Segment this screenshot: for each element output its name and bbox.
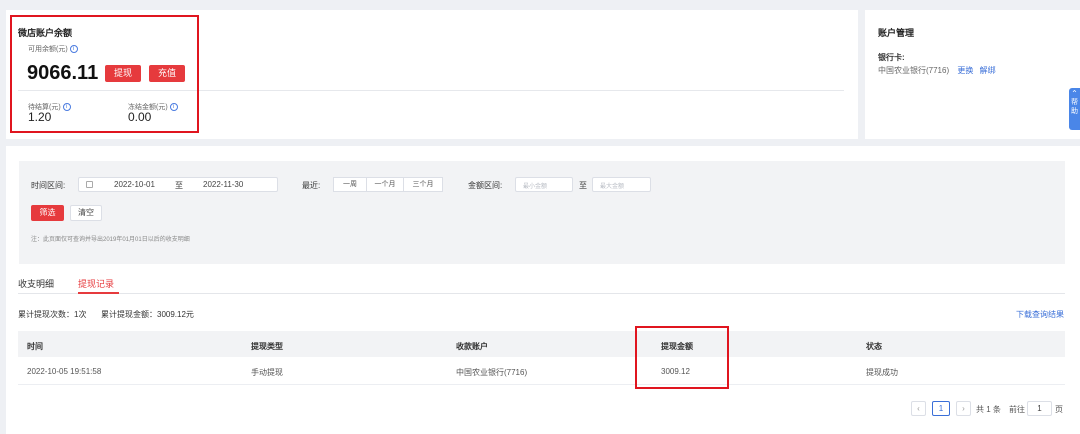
withdraw-button[interactable]: 提现	[105, 65, 141, 82]
page-suffix: 页	[1055, 405, 1063, 414]
chevron-left-icon: ‹	[917, 404, 920, 413]
cell-withdraw-amount: 3009.12	[661, 367, 690, 376]
min-amount-input[interactable]: 最小金额	[515, 177, 573, 192]
divider	[18, 90, 844, 91]
tab-withdraw-records[interactable]: 提现记录	[78, 277, 114, 290]
calendar-icon	[86, 181, 93, 188]
time-range-label: 时间区间:	[31, 181, 66, 190]
withdraw-amount-summary: 累计提现金额：3009.12元	[101, 310, 194, 319]
available-balance-label: 可用余额(元) i	[28, 44, 78, 54]
help-tab-label: 帮助	[1071, 99, 1078, 115]
column-header-withdraw-type: 提现类型	[251, 342, 283, 351]
account-card: 账户管理 银行卡: 中国农业银行(7716) 更换 解绑	[865, 10, 1080, 139]
tab-income-expense[interactable]: 收支明细	[18, 277, 54, 290]
recent-three-months-button[interactable]: 三个月	[403, 177, 443, 192]
amount-separator: 至	[579, 181, 587, 190]
active-tab-indicator	[78, 292, 119, 294]
filter-note: 注：此页面仅可查询并导出2019年01月01日以后的收支明细	[31, 237, 190, 243]
min-amount-placeholder: 最小金额	[523, 184, 548, 190]
recent-month-button[interactable]: 一个月	[366, 177, 404, 192]
page-number-button[interactable]: 1	[932, 401, 950, 416]
amount-range-label: 金额区间:	[468, 181, 503, 190]
recharge-button[interactable]: 充值	[149, 65, 185, 82]
next-page-button[interactable]: ›	[956, 401, 971, 416]
column-header-status: 状态	[866, 342, 882, 351]
withdraw-count-summary: 累计提现次数：1次	[18, 310, 87, 319]
clear-button[interactable]: 清空	[70, 205, 102, 221]
info-icon[interactable]: i	[69, 45, 78, 53]
tabs-baseline	[18, 293, 1065, 294]
wallet-title: 微店账户余额	[18, 28, 73, 38]
recent-week-button[interactable]: 一周	[333, 177, 367, 192]
unbind-link[interactable]: 解绑	[980, 66, 996, 75]
end-date: 2022-11-30	[203, 180, 244, 189]
column-header-time: 时间	[27, 342, 43, 351]
column-header-receiving-account: 收款账户	[456, 342, 488, 351]
change-link[interactable]: 更换	[957, 66, 973, 75]
table-header-row	[18, 331, 1065, 357]
cell-withdraw-type: 手动提现	[251, 368, 283, 377]
column-header-withdraw-amount: 提现金额	[661, 342, 693, 351]
bank-value: 中国农业银行(7716)	[878, 66, 950, 75]
account-title: 账户管理	[878, 28, 915, 38]
table-row	[18, 357, 1065, 385]
max-amount-input[interactable]: 最大金额	[592, 177, 651, 192]
help-icon: ⌃	[1071, 89, 1078, 98]
cell-time: 2022-10-05 19:51:58	[27, 367, 102, 376]
filter-button[interactable]: 筛选	[31, 205, 64, 221]
info-icon[interactable]: i	[169, 103, 178, 111]
start-date: 2022-10-01	[114, 180, 155, 189]
date-range-picker[interactable]: 2022-10-01 至 2022-11-30	[78, 177, 278, 192]
bank-label: 银行卡:	[878, 53, 905, 62]
available-balance-label-text: 可用余额(元)	[28, 46, 68, 53]
total-count: 共 1 条	[976, 405, 1001, 414]
recent-label: 最近:	[302, 181, 321, 190]
cell-status: 提现成功	[866, 368, 898, 377]
pending-value: 1.20	[28, 110, 52, 124]
info-icon[interactable]: i	[62, 103, 71, 111]
download-results-link[interactable]: 下载查询结果	[1016, 309, 1064, 320]
date-separator: 至	[175, 181, 183, 190]
cell-receiving-account: 中国农业银行(7716)	[456, 368, 528, 377]
chevron-right-icon: ›	[962, 404, 965, 413]
bank-info: 中国农业银行(7716) 更换 解绑	[878, 65, 996, 76]
available-balance-value: 9066.11	[27, 62, 99, 84]
wallet-card: 微店账户余额 可用余额(元) i 9066.11 提现 充值 待结算(元) i 1.…	[6, 10, 858, 139]
max-amount-placeholder: 最大金额	[600, 184, 625, 190]
prev-page-button[interactable]: ‹	[911, 401, 926, 416]
help-side-tab[interactable]: ⌃ 帮助	[1069, 88, 1080, 130]
goto-page-input[interactable]: 1	[1027, 401, 1052, 416]
goto-label: 前往	[1009, 405, 1025, 414]
frozen-value: 0.00	[128, 110, 152, 124]
